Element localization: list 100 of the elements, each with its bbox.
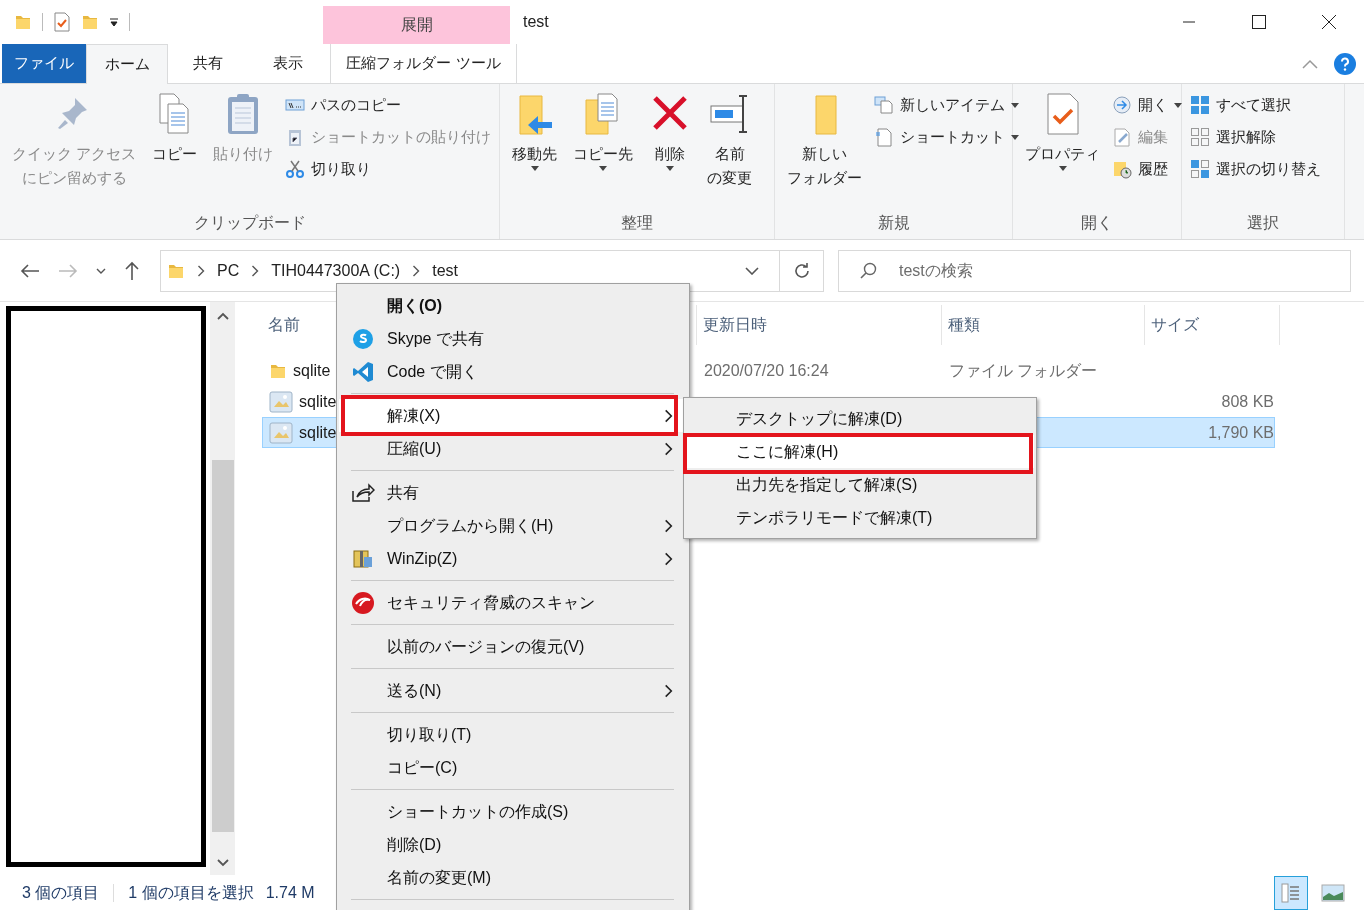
scroll-down-icon[interactable] xyxy=(216,859,229,867)
menu-item[interactable]: テンポラリモードで解凍(T) xyxy=(686,501,1034,534)
menu-item[interactable]: 開く(O) xyxy=(339,289,687,322)
ribbon-button[interactable]: 履歴 xyxy=(1112,156,1182,182)
menu-item[interactable]: 共有 xyxy=(339,476,687,509)
skype-icon xyxy=(352,327,374,350)
file-size: 808 KB xyxy=(1221,392,1274,410)
ribbon-button[interactable]: 名前 の変更 xyxy=(703,92,756,190)
winzip-icon xyxy=(352,547,374,570)
scroll-up-icon[interactable] xyxy=(216,312,229,320)
minimize-icon xyxy=(1183,21,1195,23)
scissors-icon xyxy=(285,159,306,179)
ribbon-tab[interactable]: ファイル xyxy=(2,44,86,83)
chevron-right-icon xyxy=(251,264,260,277)
ribbon-button[interactable]: 削除 xyxy=(645,92,695,171)
ribbon-tab[interactable]: 圧縮フォルダー ツール xyxy=(330,44,517,83)
modified-date: 2020/07/20 16:24 xyxy=(704,361,829,379)
caret-icon xyxy=(1011,134,1019,140)
ribbon-button[interactable]: コピー先 xyxy=(569,92,637,171)
column-header[interactable]: 更新日時 xyxy=(697,305,942,345)
chevron-down-icon[interactable] xyxy=(745,266,759,275)
file-name: sqlite xyxy=(293,360,331,381)
scrollbar-thumb[interactable] xyxy=(211,460,234,832)
ribbon-button[interactable]: コピー xyxy=(148,92,202,166)
refresh-button[interactable] xyxy=(780,249,824,292)
column-header[interactable]: 種類 xyxy=(942,305,1145,345)
caret-icon xyxy=(1011,102,1019,108)
ribbon-button[interactable]: 移動先 xyxy=(508,92,561,171)
code-editor-icon xyxy=(352,360,374,383)
ribbon-button[interactable]: 開く xyxy=(1112,92,1182,118)
item-count: 3 個の項目 xyxy=(22,882,100,903)
ribbon-button[interactable]: 新しいアイテム xyxy=(874,92,1019,118)
menu-item[interactable]: 送る(N) xyxy=(339,674,687,707)
chevron-up-icon[interactable] xyxy=(1302,58,1318,69)
ribbon-button[interactable]: プロパティ xyxy=(1021,92,1104,171)
ribbon-button[interactable]: 新しい フォルダー xyxy=(783,92,866,190)
file-name: sqlite xyxy=(299,391,337,412)
folder-icon xyxy=(81,13,99,31)
ribbon-tab[interactable]: 共有 xyxy=(168,44,248,83)
file-name: sqlite xyxy=(299,422,337,443)
breadcrumb-item[interactable]: PC xyxy=(217,258,240,283)
chevron-right-icon xyxy=(412,264,421,277)
caret-icon xyxy=(1058,166,1067,171)
dropdown-icon[interactable] xyxy=(109,17,119,27)
close-icon xyxy=(1322,15,1336,29)
column-header[interactable]: サイズ xyxy=(1145,305,1280,345)
menu-item[interactable]: Code で開く xyxy=(339,355,687,388)
menu-item[interactable]: 削除(D) xyxy=(339,828,687,861)
refresh-icon xyxy=(792,261,811,280)
ribbon-button[interactable]: 切り取り xyxy=(285,156,492,182)
caret-icon xyxy=(599,166,607,171)
menu-item[interactable]: デスクトップに解凍(D) xyxy=(686,402,1034,435)
search-icon xyxy=(860,261,878,280)
menu-item[interactable]: プログラムから開く(H) xyxy=(339,509,687,542)
ribbon-button[interactable]: ショートカット xyxy=(874,124,1019,150)
pencil-document-icon xyxy=(1112,127,1132,147)
breadcrumb-item[interactable]: TIH0447300A (C:) xyxy=(271,258,401,283)
file-type: ファイル フォルダー xyxy=(949,361,1098,379)
grid-half-icon xyxy=(1190,159,1210,179)
breadcrumb-item[interactable]: test xyxy=(432,258,458,283)
menu-item[interactable]: 名前の変更(M) xyxy=(339,861,687,894)
caret-icon xyxy=(530,166,539,171)
ribbon-tab[interactable]: 表示 xyxy=(248,44,328,83)
group-label: 選択 xyxy=(1246,213,1280,233)
details-view-button[interactable] xyxy=(1274,875,1308,910)
folder-clock-icon xyxy=(1112,159,1132,179)
menu-item[interactable]: Skype で共有 xyxy=(339,322,687,355)
search-field[interactable]: testの検索 xyxy=(838,249,1351,292)
group-label: 新規 xyxy=(876,213,911,233)
properties-check-icon[interactable] xyxy=(53,12,71,32)
ribbon-button[interactable]: すべて選択 xyxy=(1190,92,1321,118)
chevron-down-icon[interactable] xyxy=(96,267,106,274)
archive-icon xyxy=(269,421,293,444)
grid-icon xyxy=(1190,95,1210,115)
menu-item[interactable]: ここに解凍(H) xyxy=(686,435,1034,468)
ribbon-button[interactable]: パスのコピー xyxy=(285,92,492,118)
menu-item[interactable]: 圧縮(U) xyxy=(339,432,687,465)
share-icon xyxy=(351,482,375,503)
file-size: 1,790 KB xyxy=(1208,423,1274,441)
group-label: 整理 xyxy=(620,213,654,233)
menu-item[interactable]: セキュリティ脅威のスキャン xyxy=(339,586,687,619)
menu-item[interactable]: WinZip(Z) xyxy=(339,542,687,575)
shortcut-icon xyxy=(874,127,894,147)
ribbon-tab[interactable]: ホーム xyxy=(86,44,168,84)
caret-icon xyxy=(666,166,674,171)
menu-item[interactable]: コピー(C) xyxy=(339,751,687,784)
menu-item[interactable]: 以前のバージョンの復元(V) xyxy=(339,630,687,663)
menu-item[interactable]: 切り取り(T) xyxy=(339,718,687,751)
help-icon[interactable] xyxy=(1334,52,1356,75)
back-arrow-icon[interactable] xyxy=(20,262,40,279)
menu-item[interactable]: 出力先を指定して解凍(S) xyxy=(686,468,1034,501)
landscape-thumbnail-icon xyxy=(1321,883,1345,902)
details-list-icon xyxy=(1280,881,1302,904)
menu-item[interactable]: ショートカットの作成(S) xyxy=(339,795,687,828)
up-arrow-icon[interactable] xyxy=(124,260,140,281)
ribbon-button[interactable]: 選択の切り替え xyxy=(1190,156,1321,182)
caret-icon xyxy=(1174,102,1182,108)
ribbon-button[interactable]: 選択解除 xyxy=(1190,124,1321,150)
maximize-icon xyxy=(1252,15,1266,29)
group-label: クリップボード xyxy=(192,213,307,233)
